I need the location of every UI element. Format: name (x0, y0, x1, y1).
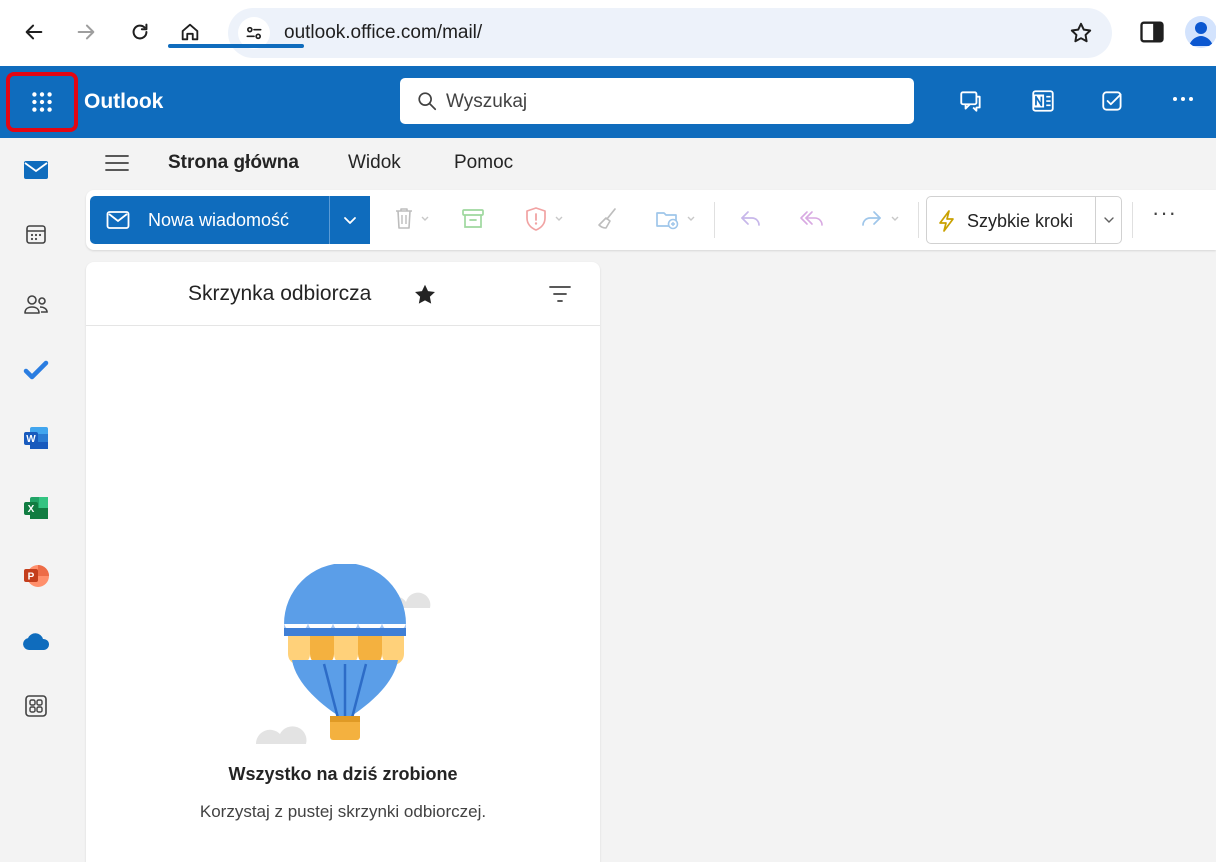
excel-icon[interactable]: X (18, 490, 54, 526)
reload-button[interactable] (122, 14, 158, 50)
chevron-down-icon (343, 217, 356, 224)
app-brand[interactable]: Outlook (84, 90, 163, 114)
todo-check-icon[interactable] (1100, 88, 1126, 114)
move-to-folder-icon[interactable] (654, 206, 700, 232)
onedrive-icon[interactable] (18, 624, 54, 660)
archive-icon[interactable] (460, 206, 486, 232)
powerpoint-icon[interactable]: P (18, 558, 54, 594)
new-message-dropdown[interactable] (329, 196, 369, 244)
toolbar-more-button[interactable]: ··· (1152, 200, 1177, 226)
word-icon[interactable]: W (18, 420, 54, 456)
toolbar-separator (714, 202, 715, 238)
person-icon (1189, 22, 1213, 46)
svg-text:W: W (26, 434, 36, 445)
forward-button[interactable] (68, 14, 104, 50)
search-placeholder: Wyszukaj (446, 91, 528, 112)
message-list-pane: Skrzynka odbiorcza Wszystko na dziś zrob… (86, 262, 600, 862)
waffle-icon (32, 92, 52, 112)
favorite-star-icon[interactable] (412, 282, 438, 308)
arrow-right-icon (77, 24, 95, 40)
tab-home[interactable]: Strona główna (168, 152, 299, 174)
forward-mail-icon[interactable] (858, 206, 904, 232)
reply-icon[interactable] (738, 206, 764, 232)
toolbar-separator (1132, 202, 1133, 238)
active-tab-indicator (168, 44, 304, 48)
tab-view[interactable]: Widok (348, 152, 401, 174)
svg-text:X: X (28, 504, 35, 515)
reply-all-icon[interactable] (798, 206, 826, 232)
search-icon (418, 92, 437, 111)
lightning-icon (939, 210, 954, 232)
chat-icon[interactable] (958, 88, 984, 114)
filter-icon[interactable] (548, 284, 572, 304)
apps-icon[interactable] (18, 688, 54, 724)
ribbon-toolbar: Nowa wiadomość Szybkie kroki ··· (86, 190, 1216, 250)
new-message-label: Nowa wiadomość (148, 210, 290, 230)
quick-steps-dropdown[interactable] (1095, 197, 1122, 243)
hot-air-balloon-illustration (248, 564, 438, 744)
more-icon[interactable] (1170, 92, 1196, 106)
quick-steps-label: Szybkie kroki (967, 211, 1074, 231)
empty-state-title: Wszystko na dziś zrobione (228, 764, 458, 784)
back-button[interactable] (16, 14, 52, 50)
svg-text:P: P (28, 572, 35, 583)
message-list-header: Skrzynka odbiorcza (86, 262, 600, 326)
report-shield-icon[interactable] (524, 206, 568, 232)
url-text[interactable]: outlook.office.com/mail/ (284, 22, 482, 44)
envelope-icon (106, 211, 130, 229)
profile-avatar[interactable] (1185, 16, 1216, 48)
empty-state-subtitle: Korzystaj z pustej skrzynki odbiorczej. (199, 802, 487, 821)
people-icon[interactable] (18, 286, 54, 322)
app-rail: W X P (0, 138, 72, 848)
delete-icon[interactable] (392, 206, 432, 232)
quick-steps-button[interactable]: Szybkie kroki (926, 196, 1122, 244)
home-icon (181, 23, 199, 41)
folder-title: Skrzynka odbiorcza (188, 282, 372, 305)
reload-icon (132, 23, 148, 40)
sweep-broom-icon[interactable] (594, 206, 620, 232)
ribbon-tabs: Strona główna Widok Pomoc (72, 138, 1216, 188)
app-launcher-button[interactable] (6, 72, 78, 132)
hamburger-menu-icon[interactable] (104, 152, 130, 174)
side-panel-icon[interactable] (1138, 18, 1166, 46)
tab-help[interactable]: Pomoc (454, 152, 513, 174)
address-bar[interactable]: outlook.office.com/mail/ (228, 8, 1112, 58)
arrow-left-icon (25, 24, 43, 40)
browser-toolbar: outlook.office.com/mail/ (0, 0, 1216, 66)
search-input[interactable]: Wyszukaj (400, 78, 914, 124)
todo-icon[interactable] (18, 352, 54, 388)
onenote-icon[interactable] (1030, 88, 1056, 114)
new-message-button[interactable]: Nowa wiadomość (90, 196, 370, 244)
outlook-header: Outlook Wyszukaj (0, 66, 1216, 138)
toolbar-separator (918, 202, 919, 238)
mail-icon[interactable] (18, 152, 54, 188)
calendar-icon[interactable] (18, 216, 54, 252)
chevron-down-icon (1104, 217, 1114, 223)
bookmark-star-icon[interactable] (1068, 20, 1094, 46)
